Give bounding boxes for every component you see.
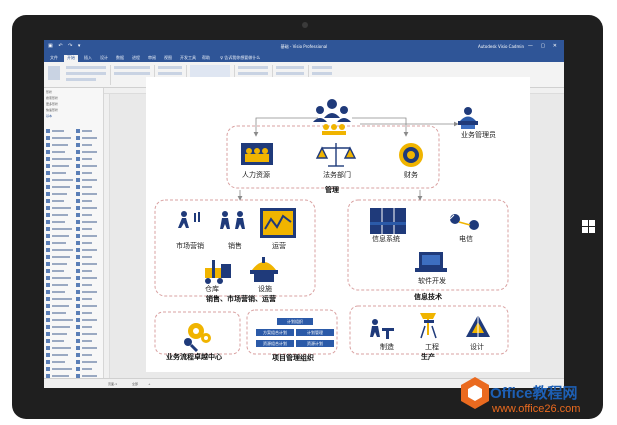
business-admin-icon [458,107,478,129]
pmo-chip-5: 资源计划 [296,340,334,347]
label-bpc: 业务流程卓越中心 [166,353,222,361]
watermark-url: www.office26.com [492,403,581,415]
software-dev-icon [415,252,447,272]
connector-right [352,117,409,137]
telecom-icon [449,214,479,230]
finance-icon [399,143,423,167]
label-business-admin: 业务管理员 [461,131,496,139]
engineering-icon [420,313,437,339]
label-marketing: 市场营销 [176,242,204,250]
design-icon [466,315,490,337]
label-pmo: 项目管理组织 [272,354,314,362]
watermark-title: Office教程网 [490,385,578,402]
facility-icon [250,257,278,282]
connector-left [253,117,318,137]
label-info-system: 信息系统 [372,235,400,243]
pmo-chip-1: 计划组织 [277,318,313,325]
label-operations: 运营 [272,242,286,250]
label-legal: 法务部门 [323,171,351,179]
pmo-chip-3: 计划管理 [296,329,334,336]
legal-icon [315,143,357,167]
label-facility: 设施 [258,285,272,293]
label-management: 管理 [325,186,339,194]
label-telecom: 电信 [459,235,473,243]
label-software-dev: 软件开发 [418,277,446,285]
label-sales: 销售 [228,242,242,250]
marketing-icon [178,211,200,228]
label-engineering: 工程 [425,343,439,351]
label-warehouse: 仓库 [205,285,219,293]
label-production: 生产 [421,353,435,361]
info-system-icon [370,208,406,234]
label-it-group: 信息技术 [414,293,442,301]
sales-icon [220,211,245,229]
label-hr: 人力资源 [242,171,270,179]
pmo-chip-4: 资源组合计划 [256,340,294,347]
label-design: 设计 [470,343,484,351]
warehouse-icon [205,260,231,284]
pmo-chip-2: 方案组合计划 [256,329,294,336]
hr-icon [241,143,273,165]
watermark: Office教程网 www.office26.com [452,376,612,422]
label-sales-group: 销售、市场营销、运营 [206,295,276,303]
label-finance: 财务 [404,171,418,179]
operations-icon [260,208,296,238]
manufacturing-icon [370,319,394,339]
bpc-gear-icon [184,323,211,353]
label-manufacturing: 制造 [380,343,394,351]
org-leader-icon [313,99,351,135]
